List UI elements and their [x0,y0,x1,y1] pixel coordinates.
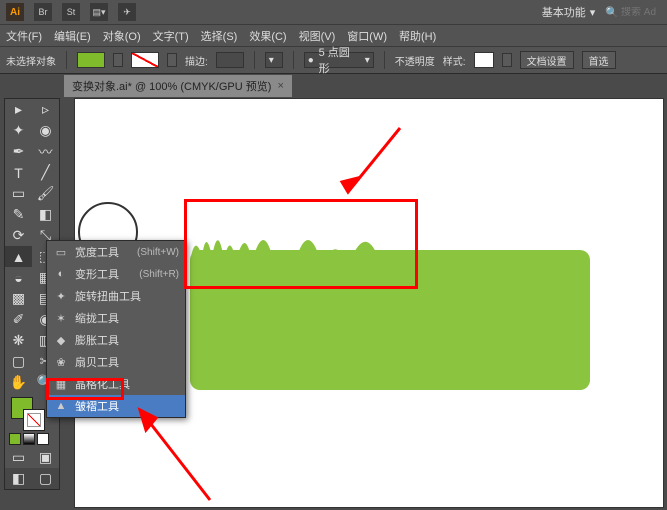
app-logo-icon: Ai [6,3,24,21]
selection-label: 未选择对象 [6,53,56,68]
style-label: 样式: [443,53,466,68]
flyout-pucker-tool[interactable]: ✶缩拢工具 [47,307,185,329]
stroke-weight-input[interactable] [216,52,244,68]
menu-edit[interactable]: 编辑(E) [54,28,91,44]
arrange-icon[interactable]: ▤▾ [90,3,108,21]
scallop-tool-icon: ❀ [53,355,69,369]
eraser-tool[interactable]: ◧ [32,204,59,225]
stroke-dropdown[interactable] [167,53,177,67]
magic-wand-tool[interactable]: ✦ [5,120,32,141]
flyout-scallop-tool[interactable]: ❀扇贝工具 [47,351,185,373]
document-setup-button[interactable]: 文档设置 [520,51,574,69]
stock-icon[interactable]: St [62,3,80,21]
lasso-tool[interactable]: ◉ [32,120,59,141]
menu-file[interactable]: 文件(F) [6,28,42,44]
document-tab[interactable]: 变换对象.ai* @ 100% (CMYK/GPU 预览) × [64,75,292,97]
artboard-tool[interactable]: ▢ [5,351,32,372]
width-tool[interactable]: ▲ [5,246,32,267]
style-swatch[interactable] [474,52,494,68]
flyout-width-tool[interactable]: ▭宽度工具(Shift+W) [47,241,185,263]
eyedropper-tool[interactable]: ✐ [5,309,32,330]
pencil-tool[interactable]: ✎ [5,204,32,225]
menu-select[interactable]: 选择(S) [201,28,238,44]
pen-tool[interactable]: ✒ [5,141,32,162]
opacity-label: 不透明度 [395,53,435,68]
workspace-switcher[interactable]: 基本功能▾ [542,4,596,20]
menu-effect[interactable]: 效果(C) [249,28,286,44]
screen-mode-full[interactable]: ▣ [32,447,59,468]
color-mode-gradient[interactable] [23,433,35,445]
bloat-tool-icon: ◆ [53,333,69,347]
search-icon: 🔍 [605,6,619,19]
flyout-wrinkle-tool[interactable]: ▲皱褶工具 [47,395,185,417]
brush-profile[interactable]: ● 5 点圆形 ▾ [304,52,374,68]
bridge-icon[interactable]: Br [34,3,52,21]
document-tab-bar: 变换对象.ai* @ 100% (CMYK/GPU 预览) × [0,74,667,98]
flyout-twirl-tool[interactable]: ✦旋转扭曲工具 [47,285,185,307]
width-tool-icon: ▭ [53,245,69,259]
curvature-tool[interactable]: 〰 [32,141,59,162]
control-bar: 未选择对象 描边: ▾ ● 5 点圆形 ▾ 不透明度 样式: 文档设置 首选 [0,46,667,74]
style-dropdown[interactable] [502,53,512,67]
twirl-tool-icon: ✦ [53,289,69,303]
menu-type[interactable]: 文字(T) [153,28,189,44]
color-mode-solid[interactable] [9,433,21,445]
pucker-tool-icon: ✶ [53,311,69,325]
screen-mode-normal[interactable]: ▭ [5,447,32,468]
type-tool[interactable]: T [5,162,32,183]
preferences-button[interactable]: 首选 [582,51,616,69]
menu-view[interactable]: 视图(V) [299,28,336,44]
close-tab-icon[interactable]: × [277,80,283,92]
sync-icon[interactable]: ✈ [118,3,136,21]
paintbrush-tool[interactable]: 🖌 [32,183,59,204]
flyout-warp-tool[interactable]: ◐变形工具(Shift+R) [47,263,185,285]
mesh-tool[interactable]: ▩ [5,288,32,309]
menu-window[interactable]: 窗口(W) [347,28,387,44]
main-menu: 文件(F) 编辑(E) 对象(O) 文字(T) 选择(S) 效果(C) 视图(V… [0,24,667,46]
warp-tool-flyout: ▭宽度工具(Shift+W) ◐变形工具(Shift+R) ✦旋转扭曲工具 ✶缩… [46,240,186,418]
stroke-label: 描边: [185,53,208,68]
draw-mode[interactable]: ◧ [5,468,32,489]
app-topbar: Ai Br St ▤▾ ✈ 基本功能▾ 🔍 [0,0,667,24]
flyout-bloat-tool[interactable]: ◆膨胀工具 [47,329,185,351]
flyout-crystallize-tool[interactable]: ▦晶格化工具 [47,373,185,395]
line-tool[interactable]: ╱ [32,162,59,183]
search-input[interactable] [621,7,661,18]
symbol-sprayer-tool[interactable]: ❋ [5,330,32,351]
stroke-color-icon[interactable] [23,409,45,431]
rectangle-tool[interactable]: ▭ [5,183,32,204]
document-title: 变换对象.ai* @ 100% (CMYK/GPU 预览) [72,78,271,94]
stroke-swatch[interactable] [131,52,159,68]
menu-help[interactable]: 帮助(H) [399,28,436,44]
rotate-tool[interactable]: ⟳ [5,225,32,246]
warp-tool-icon: ◐ [53,267,69,281]
search-field[interactable]: 🔍 [605,6,661,19]
hand-tool[interactable]: ✋ [5,372,32,393]
color-mode-row [5,431,59,447]
artwork-grass [190,222,590,392]
shape-builder-tool[interactable]: ◒ [5,267,32,288]
wrinkle-tool-icon: ▲ [53,399,69,413]
var-width-profile[interactable]: ▾ [265,52,283,68]
fill-swatch[interactable] [77,52,105,68]
color-mode-none[interactable] [37,433,49,445]
crystallize-tool-icon: ▦ [53,377,69,391]
screen-toggle[interactable]: ▢ [32,468,59,489]
menu-object[interactable]: 对象(O) [103,28,141,44]
direct-selection-tool[interactable]: ▹ [32,99,59,120]
fill-dropdown[interactable] [113,53,123,67]
selection-tool[interactable]: ▸ [5,99,32,120]
